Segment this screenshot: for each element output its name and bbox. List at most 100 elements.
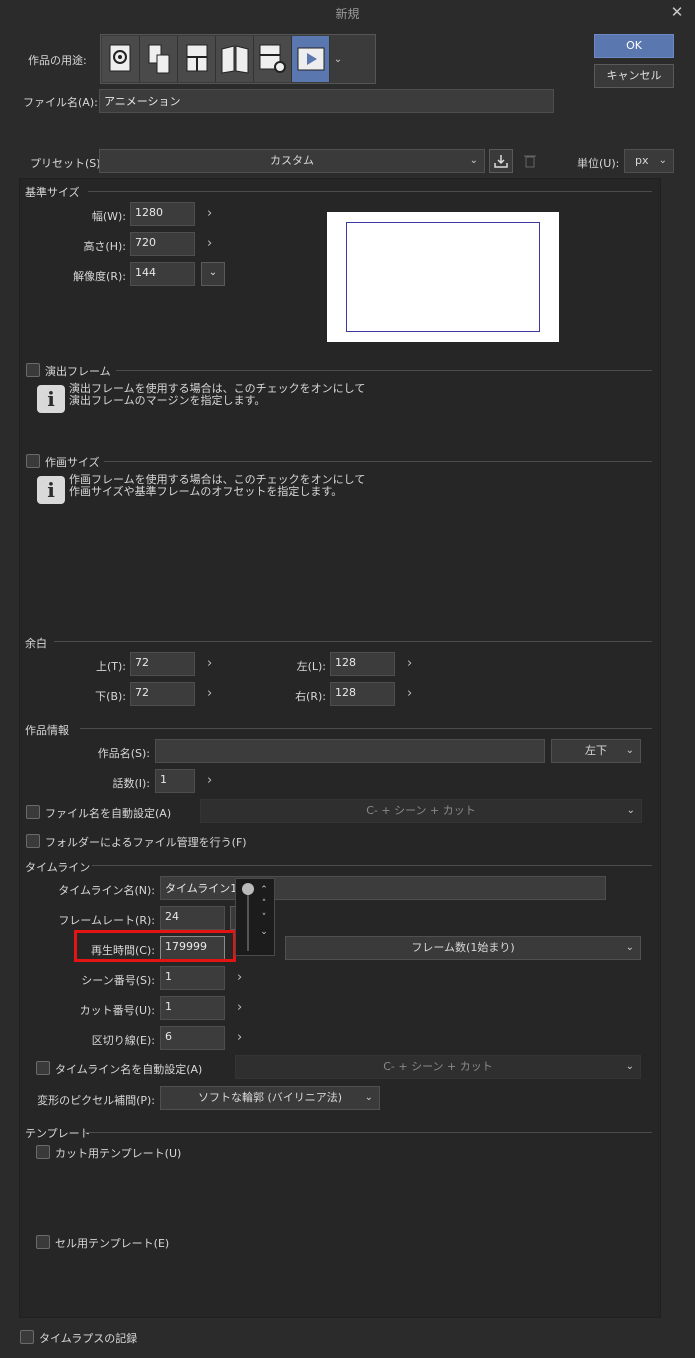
chevron-down-icon: ⌄ [469, 155, 478, 166]
margin-right-label: 右(R): [295, 690, 326, 703]
chevron-right-icon[interactable]: › [237, 1030, 242, 1045]
chevron-down-icon: ⌄ [625, 1061, 634, 1072]
slider-steps[interactable]: ⌃ ˄ ˅ ⌄ [258, 883, 270, 939]
divider-input[interactable]: 6 [160, 1026, 225, 1050]
auto-timeline-name-value: C- + シーン + カット [383, 1060, 493, 1073]
drawing-size-label: 作画サイズ [45, 456, 100, 469]
slider-knob[interactable] [242, 883, 254, 895]
resolution-dropdown[interactable]: ⌄ [201, 262, 225, 286]
episode-input[interactable]: 1 [155, 769, 195, 793]
divider [92, 865, 652, 866]
auto-filename-value: C- + シーン + カット [366, 804, 476, 817]
auto-filename-select: C- + シーン + カット ⌄ [200, 799, 642, 823]
framerate-label: フレームレート(R): [58, 914, 155, 927]
chevron-down-icon: ⌄ [626, 805, 635, 816]
resolution-label: 解像度(R): [73, 270, 126, 283]
margin-right-input[interactable]: 128 [330, 682, 395, 706]
print-comic-icon[interactable] [216, 36, 254, 82]
margin-top-input[interactable]: 72 [130, 652, 195, 676]
margin-bottom-input[interactable]: 72 [130, 682, 195, 706]
work-title-label: 作品名(S): [97, 747, 150, 760]
slider-track[interactable] [247, 895, 249, 951]
height-input[interactable]: 720 [130, 232, 195, 256]
unit-value: px [635, 154, 649, 167]
margin-left-input[interactable]: 128 [330, 652, 395, 676]
margin-heading: 余白 [25, 637, 47, 650]
info-icon: i [37, 385, 65, 413]
episode-label: 話数(I): [112, 777, 150, 790]
interpolation-value: ソフトな輪郭 (バイリニア法) [197, 1091, 343, 1104]
value-slider-popup[interactable]: ⌃ ˄ ˅ ⌄ [235, 878, 275, 956]
chevron-right-icon[interactable]: › [407, 656, 412, 671]
scene-input[interactable]: 1 [160, 966, 225, 990]
preset-label: プリセット(S): [30, 157, 105, 170]
custom-icon[interactable] [254, 36, 292, 82]
webtoon-icon[interactable] [140, 36, 178, 82]
chevron-down-icon: ⌄ [625, 942, 634, 953]
file-name-label: ファイル名(A): [23, 96, 98, 109]
template-heading: テンプレート [25, 1127, 91, 1140]
illustration-icon[interactable] [102, 36, 140, 82]
folder-management-label: フォルダーによるファイル管理を行う(F) [45, 836, 247, 849]
resolution-input[interactable]: 144 [130, 262, 195, 286]
interpolation-select[interactable]: ソフトな輪郭 (バイリニア法) ⌄ [160, 1086, 380, 1110]
chevron-right-icon[interactable]: › [207, 686, 212, 701]
title-position-value: 左下 [585, 744, 607, 757]
chevron-right-icon[interactable]: › [407, 686, 412, 701]
folder-management-checkbox[interactable] [26, 834, 40, 848]
drawing-size-info-2: 作画サイズや基準フレームのオフセットを指定します。 [69, 485, 343, 498]
width-input[interactable]: 1280 [130, 202, 195, 226]
chevron-right-icon[interactable]: › [207, 656, 212, 671]
auto-filename-checkbox[interactable] [26, 805, 40, 819]
highlight-box [74, 930, 236, 962]
direction-frame-label: 演出フレーム [45, 365, 111, 378]
cut-template-label: カット用テンプレート(U) [55, 1147, 182, 1160]
double-up-icon[interactable]: ⌃ [258, 883, 270, 897]
chevron-right-icon[interactable]: › [207, 773, 212, 788]
double-down-icon[interactable]: ⌄ [258, 925, 270, 939]
interpolation-label: 変形のピクセル補間(P): [37, 1094, 155, 1107]
base-size-heading: 基準サイズ [25, 186, 80, 199]
divider [54, 641, 652, 642]
cut-input[interactable]: 1 [160, 996, 225, 1020]
chevron-down-icon: ⌄ [625, 745, 634, 756]
ok-button[interactable]: OK [594, 34, 674, 58]
chevron-down-icon[interactable]: ⌄ [330, 36, 346, 82]
cut-template-checkbox[interactable] [36, 1145, 50, 1159]
chevron-right-icon[interactable]: › [207, 236, 212, 251]
preset-select[interactable]: カスタム ⌄ [99, 149, 485, 173]
direction-frame-info-2: 演出フレームのマージンを指定します。 [69, 394, 266, 407]
down-icon[interactable]: ˅ [258, 911, 270, 925]
preset-value: カスタム [270, 154, 314, 167]
cel-template-checkbox[interactable] [36, 1235, 50, 1249]
cancel-button[interactable]: キャンセル [594, 64, 674, 88]
timeline-name-input[interactable]: タイムライン1 [160, 876, 606, 900]
canvas-preview-frame [346, 222, 540, 332]
duration-unit-select[interactable]: フレーム数(1始まり) ⌄ [285, 936, 641, 960]
usage-selector[interactable]: ⌄ [100, 34, 376, 84]
duration-unit-value: フレーム数(1始まり) [411, 941, 515, 954]
divider [116, 370, 652, 371]
auto-timeline-name-checkbox[interactable] [36, 1061, 50, 1075]
chevron-right-icon[interactable]: › [207, 206, 212, 221]
unit-select[interactable]: px ⌄ [624, 149, 674, 173]
up-icon[interactable]: ˄ [258, 897, 270, 911]
drawing-size-checkbox[interactable] [26, 454, 40, 468]
title-position-select[interactable]: 左下 ⌄ [551, 739, 641, 763]
comic-icon[interactable] [178, 36, 216, 82]
save-preset-icon[interactable] [489, 149, 513, 173]
unit-label: 単位(U): [577, 157, 620, 170]
direction-frame-checkbox[interactable] [26, 363, 40, 377]
divider [84, 1132, 652, 1133]
close-icon[interactable]: ✕ [667, 2, 687, 22]
animation-icon[interactable] [292, 36, 330, 82]
margin-left-label: 左(L): [296, 660, 326, 673]
file-name-input[interactable]: アニメーション [99, 89, 554, 113]
chevron-right-icon[interactable]: › [237, 970, 242, 985]
divider [88, 191, 652, 192]
work-title-input[interactable] [155, 739, 545, 763]
chevron-right-icon[interactable]: › [237, 1000, 242, 1015]
timelapse-checkbox[interactable] [20, 1330, 34, 1344]
framerate-input[interactable]: 24 [160, 906, 225, 930]
auto-timeline-name-select: C- + シーン + カット ⌄ [235, 1055, 641, 1079]
